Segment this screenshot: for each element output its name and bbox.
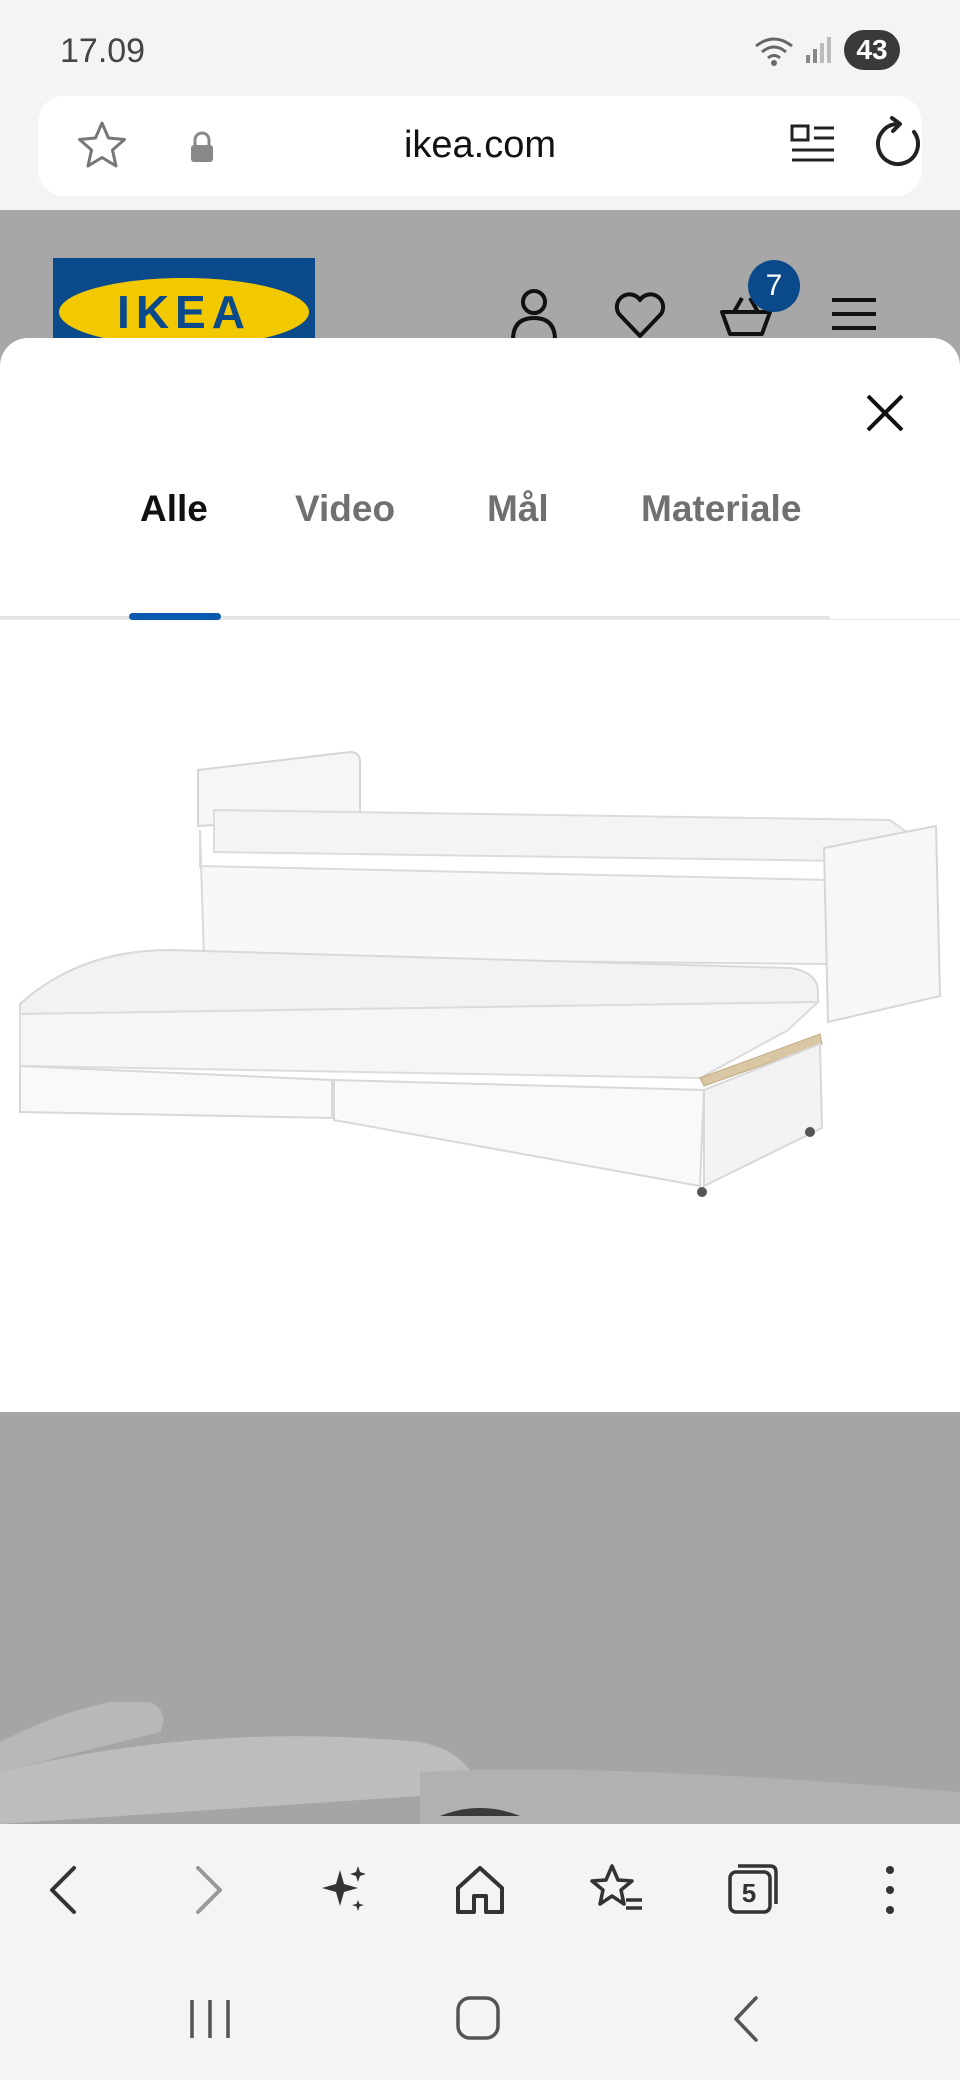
battery-icon: 43 [844,30,900,70]
tabs-count: 5 [741,1877,757,1908]
system-nav-bar [0,1954,960,2080]
home-button-icon[interactable] [448,1994,508,2044]
status-bar: 17.09 43 [0,0,960,90]
product-image-room[interactable] [0,1412,960,1824]
cart-count-badge: 7 [748,260,800,312]
close-icon[interactable] [860,388,910,438]
menu-icon[interactable] [826,286,882,342]
forward-icon[interactable] [176,1860,236,1920]
reader-mode-icon[interactable] [788,118,838,174]
heart-icon[interactable] [612,286,668,342]
tab-video[interactable]: Video [295,488,395,530]
address-bar[interactable]: ikea.com [38,96,922,196]
ikea-logo[interactable]: IKEA [53,258,315,348]
tabs-track [0,616,830,619]
logo-text: IKEA [117,286,251,338]
home-icon[interactable] [450,1860,510,1920]
tabs-button[interactable]: 5 [722,1860,782,1920]
wifi-icon [755,37,793,66]
tab-alle[interactable]: Alle [140,488,208,530]
product-image[interactable] [0,620,960,1412]
system-back-icon[interactable] [718,1994,778,2044]
ai-sparkle-icon[interactable] [314,1860,374,1920]
bookmarks-icon[interactable] [586,1860,646,1920]
status-time: 17.09 [60,32,146,70]
recent-apps-icon[interactable] [180,1994,240,2044]
more-options-icon[interactable] [860,1860,920,1920]
signal-icon [806,37,831,63]
active-tab-indicator [129,613,221,620]
browser-toolbar: 5 [0,1824,960,1954]
tab-materiale[interactable]: Materiale [641,488,801,530]
reload-icon[interactable] [868,114,928,174]
media-gallery-modal: Alle Video Mål Materiale [0,338,960,1824]
tab-maal[interactable]: Mål [487,488,549,530]
back-icon[interactable] [36,1860,96,1920]
media-tabs: Alle Video Mål Materiale [0,488,960,570]
status-icons: 43 [754,30,900,70]
account-icon[interactable] [506,286,562,342]
